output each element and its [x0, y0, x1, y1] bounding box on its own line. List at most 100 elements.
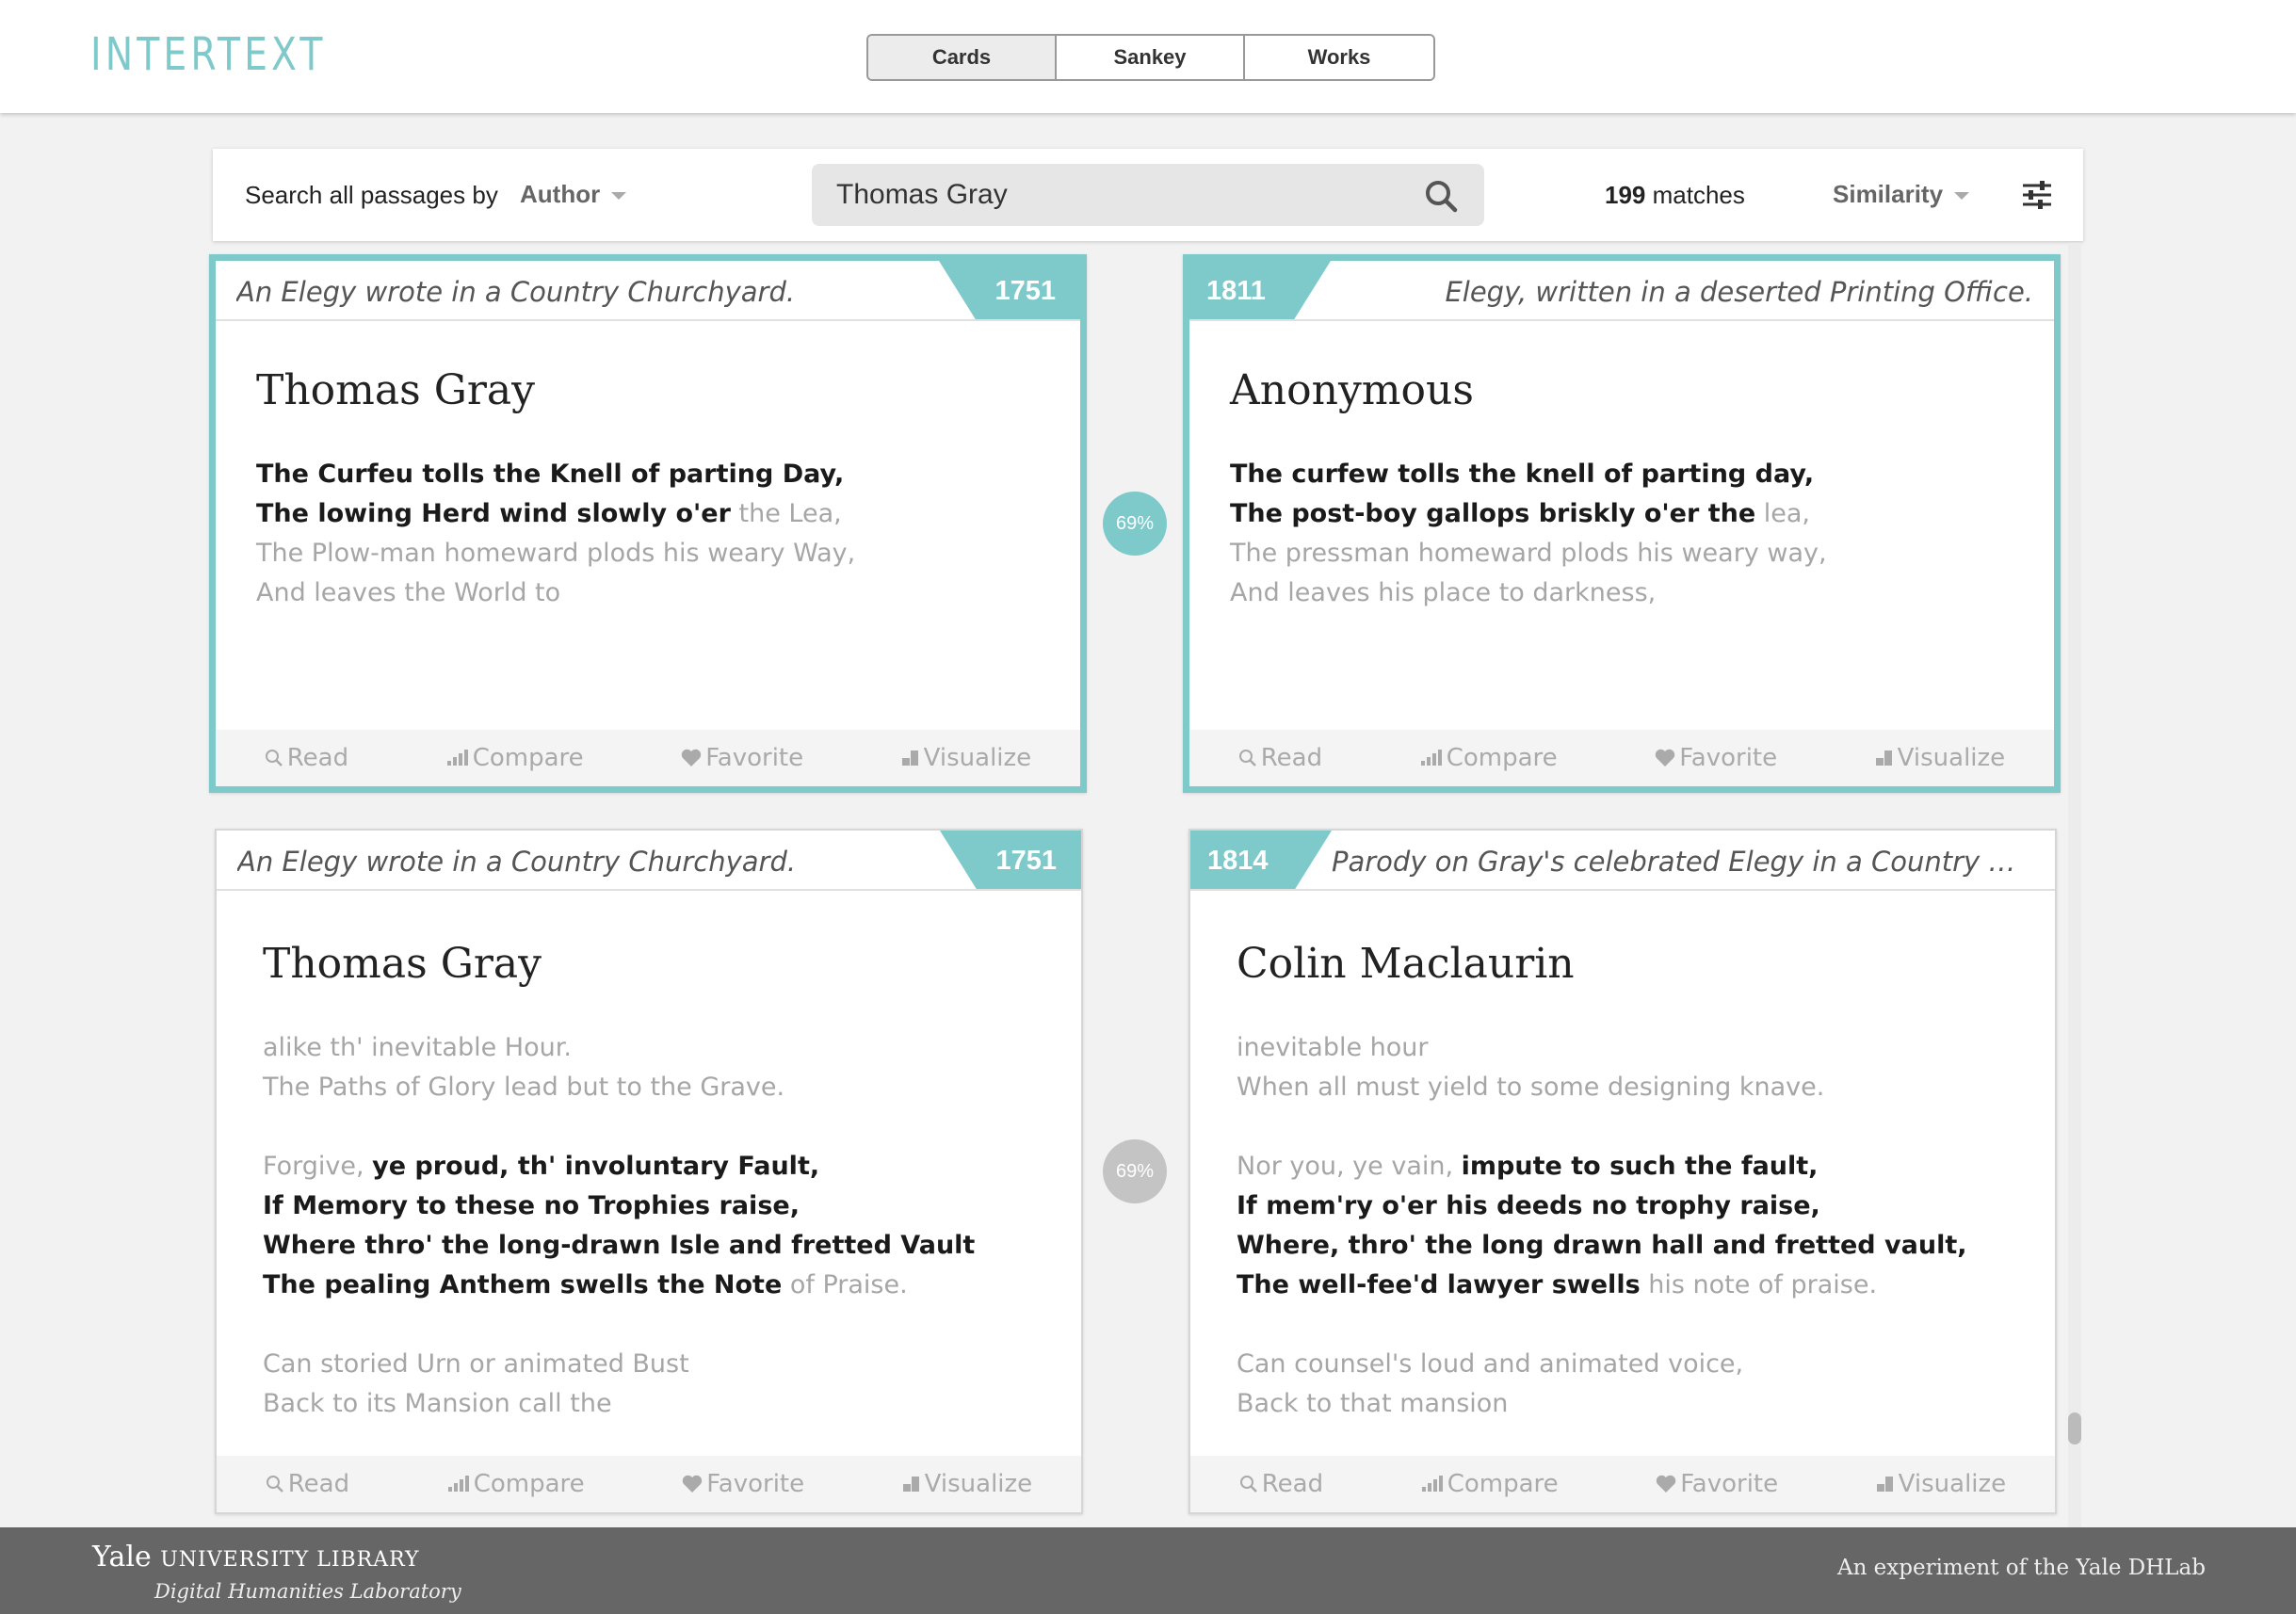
context-text: inevitable hour [1237, 1033, 1429, 1062]
read-button[interactable]: Read [266, 1470, 349, 1498]
sort-value: Similarity [1833, 180, 1944, 208]
passage-line: alike th' inevitable Hour. [263, 1028, 975, 1068]
stanza-break [1237, 1107, 1967, 1147]
author-name[interactable]: Colin Maclaurin [1237, 940, 1575, 988]
search-field-value: Author [520, 180, 601, 208]
action-label: Read [286, 744, 349, 772]
stanza-break [1237, 1305, 1967, 1345]
passage-line: Nor you, ye vain, impute to such the fau… [1237, 1147, 1967, 1186]
stanza-break [263, 1107, 975, 1147]
read-button[interactable]: Read [1239, 1470, 1323, 1498]
match-count: 199 matches [1605, 181, 1745, 209]
compare-button[interactable]: Compare [1421, 1470, 1559, 1498]
context-text: The Plow-man homeward plods his weary Wa… [256, 539, 856, 568]
scrollbar-thumb[interactable] [2068, 1412, 2081, 1445]
scrollbar-track[interactable] [2068, 243, 2081, 1527]
context-text: Back to that mansion [1237, 1389, 1509, 1418]
author-name[interactable]: Anonymous [1230, 366, 1474, 414]
context-text: of Praise. [782, 1270, 908, 1299]
passage-line: And leaves his place to darkness, [1230, 573, 1827, 613]
passage-line: If Memory to these no Trophies raise, [263, 1186, 975, 1226]
search-bar: Search all passages by Author 199 matche… [213, 149, 2083, 241]
action-label: Compare [472, 744, 584, 772]
filter-settings-icon[interactable] [2021, 179, 2053, 211]
card-actions: Read Compare Favorite Visualize [217, 1456, 1081, 1512]
year-badge: 1751 [939, 261, 1080, 319]
work-title[interactable]: An Elegy wrote in a Country Churchyard. [236, 276, 930, 308]
favorite-button[interactable]: Favorite [682, 1470, 804, 1498]
matched-text: Where, thro' the long drawn hall and fre… [1237, 1231, 1967, 1260]
card-actions: Read Compare Favorite Visualize [1189, 730, 2054, 786]
action-label: Favorite [706, 1470, 805, 1498]
visualize-button[interactable]: Visualize [902, 1470, 1033, 1498]
tab-sankey[interactable]: Sankey [1057, 36, 1245, 79]
action-label: Compare [1446, 744, 1558, 772]
matched-text: The lowing Herd wind slowly o'er [256, 499, 731, 528]
stanza-break [263, 1305, 975, 1345]
passage-line: inevitable hour [1237, 1028, 1967, 1068]
passage-line: The Plow-man homeward plods his weary Wa… [256, 534, 855, 573]
similarity-badge[interactable]: 69% [1103, 1139, 1167, 1203]
view-switcher: Cards Sankey Works [866, 34, 1435, 81]
favorite-button[interactable]: Favorite [1655, 744, 1777, 772]
passage-line: Can storied Urn or animated Bust [263, 1345, 975, 1384]
context-text: Can counsel's loud and animated voice, [1237, 1349, 1744, 1379]
similarity-badge[interactable]: 69% [1103, 492, 1167, 556]
heart-icon [681, 749, 705, 767]
bar-chart-icon [447, 1476, 474, 1493]
passage-card[interactable]: Elegy, written in a deserted Printing Of… [1183, 254, 2061, 793]
search-input[interactable] [812, 164, 1415, 226]
work-title[interactable]: Parody on Gray's celebrated Elegy in a C… [1332, 846, 2034, 878]
context-text: And leaves the World to [256, 578, 561, 607]
context-text: the Lea, [730, 499, 842, 528]
search-field-dropdown[interactable]: Author [520, 180, 627, 209]
matched-text: If mem'ry o'er his deeds no trophy raise… [1237, 1191, 1820, 1220]
sort-dropdown[interactable]: Similarity [1833, 180, 1970, 209]
read-button[interactable]: Read [265, 744, 348, 772]
visualize-button[interactable]: Visualize [1876, 1470, 2006, 1498]
search-icon[interactable] [1424, 179, 1458, 213]
work-title[interactable]: Elegy, written in a deserted Printing Of… [1331, 276, 2033, 308]
passage-card[interactable]: An Elegy wrote in a Country Churchyard. 1… [215, 829, 1083, 1514]
author-name[interactable]: Thomas Gray [263, 940, 542, 988]
tab-cards[interactable]: Cards [868, 36, 1057, 79]
passage-line: The curfew tolls the knell of parting da… [1230, 455, 1827, 494]
compare-button[interactable]: Compare [446, 744, 584, 772]
app-logo[interactable]: INTERTEXT [90, 28, 327, 81]
card-header: Elegy, written in a deserted Printing Of… [1189, 261, 2054, 321]
matched-text: Where thro' the long-drawn Isle and fret… [263, 1231, 976, 1260]
passage-line: And leaves the World to [256, 573, 855, 613]
compare-button[interactable]: Compare [447, 1470, 585, 1498]
squares-icon [901, 750, 924, 767]
work-title[interactable]: An Elegy wrote in a Country Churchyard. [237, 846, 930, 878]
favorite-button[interactable]: Favorite [1656, 1470, 1778, 1498]
matched-text: ye proud, th' involuntary Fault, [372, 1152, 820, 1181]
passage-line: The lowing Herd wind slowly o'er the Lea… [256, 494, 855, 534]
visualize-button[interactable]: Visualize [901, 744, 1031, 772]
chevron-down-icon [611, 192, 627, 201]
action-label: Favorite [1680, 1470, 1779, 1498]
card-actions: Read Compare Favorite Visualize [1190, 1456, 2055, 1512]
compare-button[interactable]: Compare [1420, 744, 1558, 772]
matched-text: The Curfeu tolls the Knell of parting Da… [256, 460, 845, 489]
passage-card[interactable]: An Elegy wrote in a Country Churchyard. 1… [209, 254, 1087, 793]
action-label: Visualize [924, 1470, 1033, 1498]
bar-chart-icon [446, 750, 473, 767]
author-name[interactable]: Thomas Gray [256, 366, 535, 414]
yale-library-logo[interactable]: Yale UNIVERSITY LIBRARY [92, 1541, 420, 1574]
favorite-button[interactable]: Favorite [681, 744, 803, 772]
passage-line: Back to that mansion [1237, 1384, 1967, 1424]
experiment-credit[interactable]: An experiment of the Yale DHLab [1837, 1556, 2206, 1580]
passage-line: The Paths of Glory lead but to the Grave… [263, 1068, 975, 1107]
app-header: INTERTEXT Cards Sankey Works [0, 0, 2296, 113]
matched-text: The curfew tolls the knell of parting da… [1230, 460, 1815, 489]
passage-line: When all must yield to some designing kn… [1237, 1068, 1967, 1107]
passage-line: The pressman homeward plods his weary wa… [1230, 534, 1827, 573]
matched-text: If Memory to these no Trophies raise, [263, 1191, 800, 1220]
passage-card[interactable]: Parody on Gray's celebrated Elegy in a C… [1188, 829, 2057, 1514]
squares-icon [1875, 750, 1898, 767]
visualize-button[interactable]: Visualize [1875, 744, 2005, 772]
read-button[interactable]: Read [1238, 744, 1322, 772]
tab-works[interactable]: Works [1245, 36, 1433, 79]
passage-line: The well-fee'd lawyer swells his note of… [1237, 1266, 1967, 1305]
